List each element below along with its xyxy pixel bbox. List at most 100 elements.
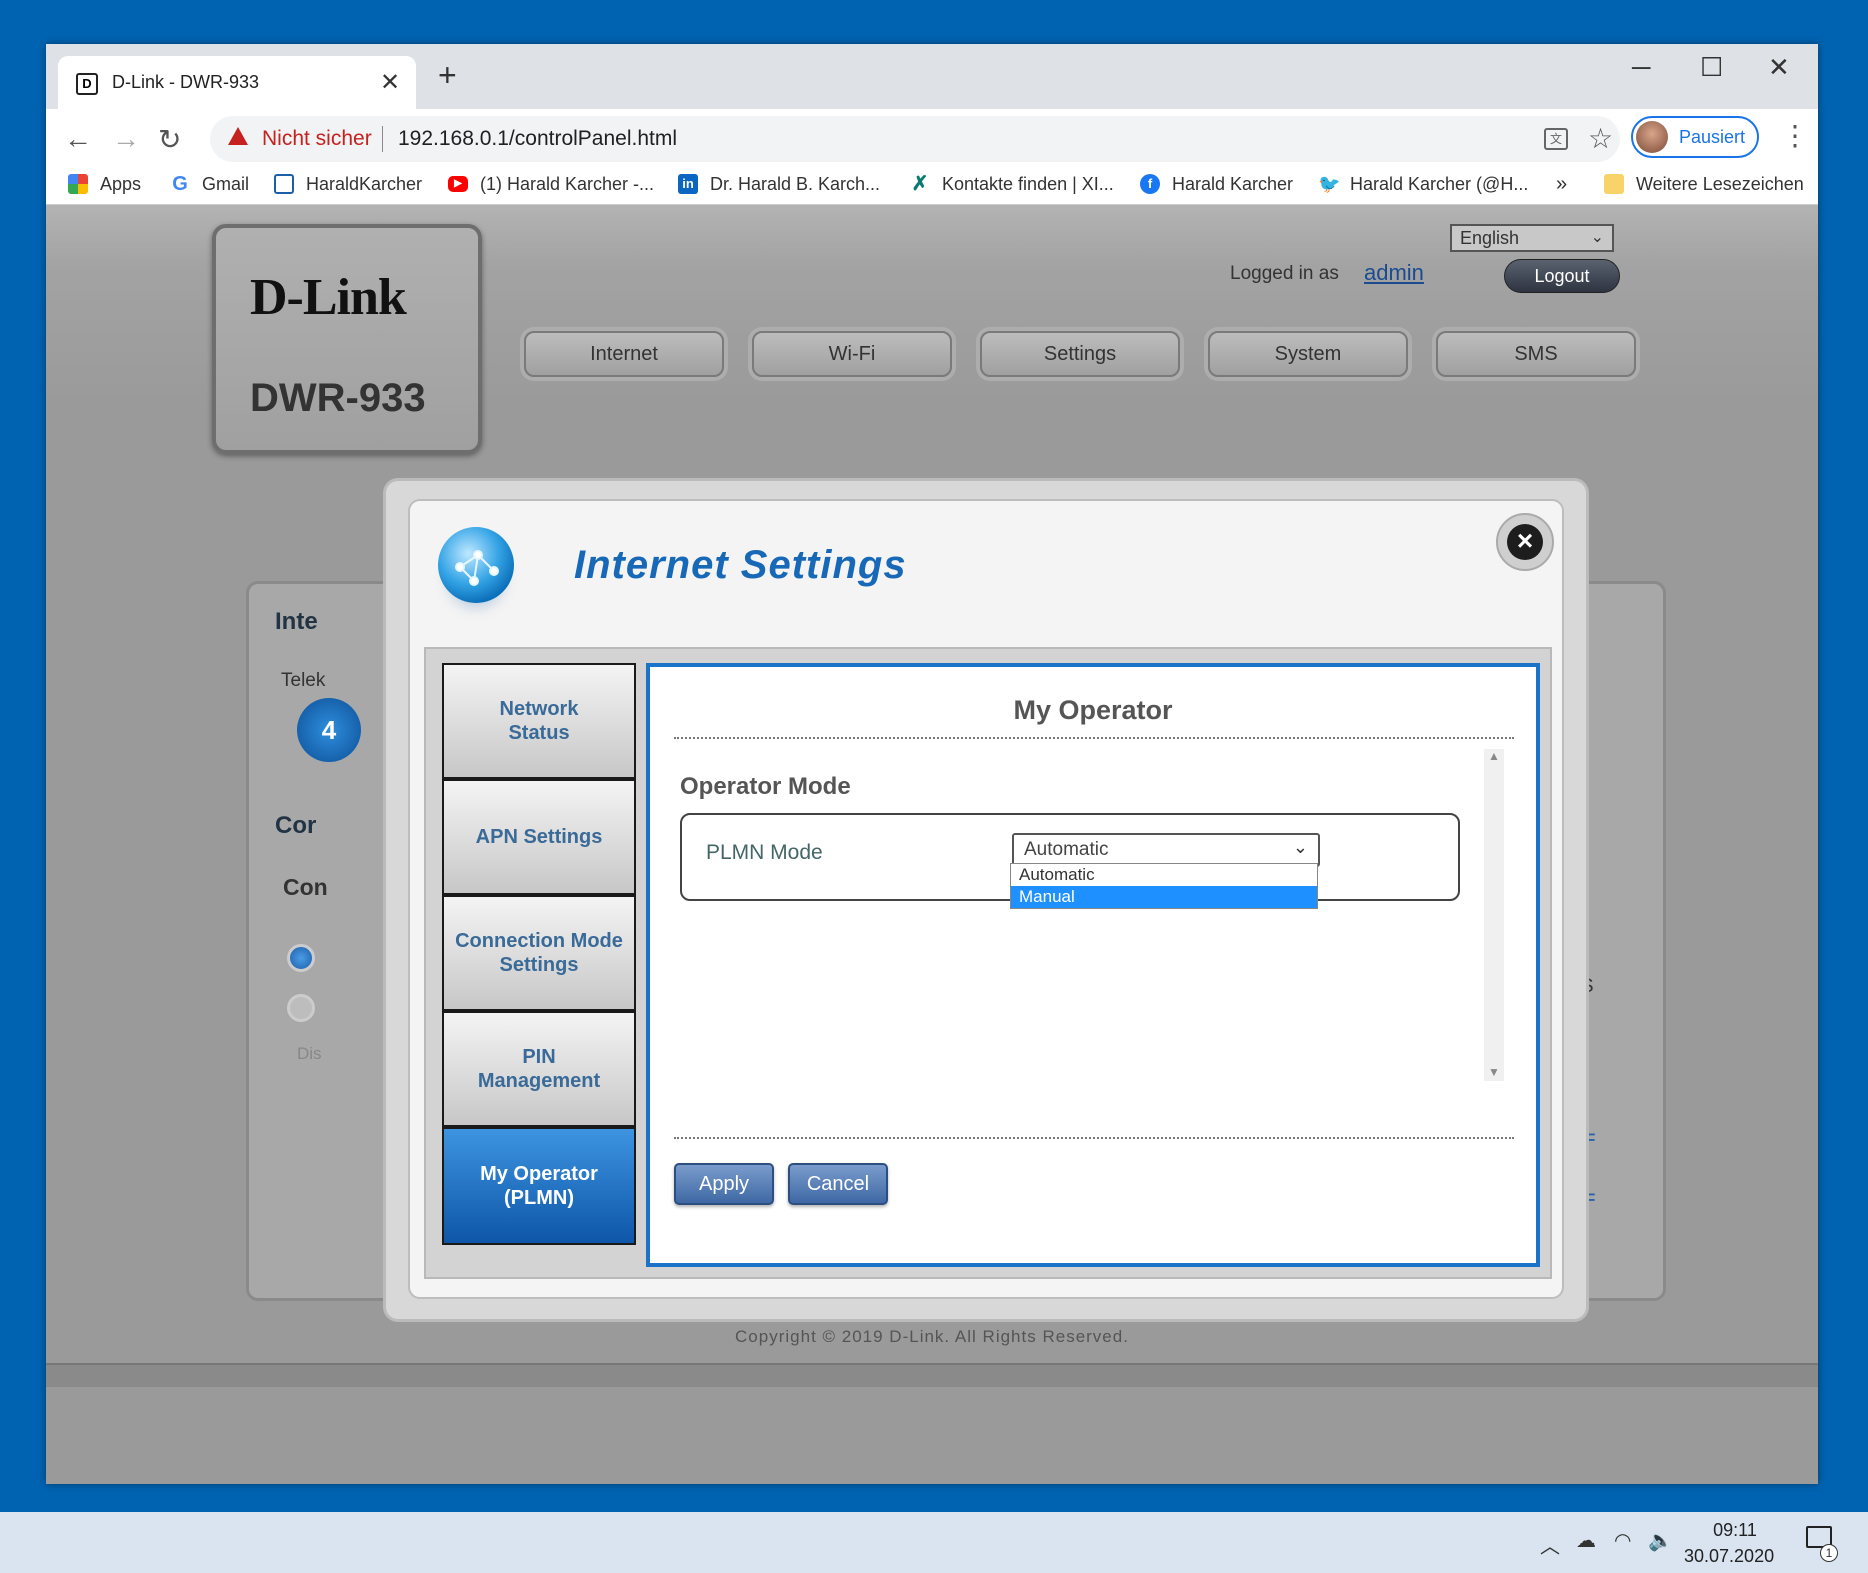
bookmark-gmail[interactable]: G Gmail bbox=[170, 166, 249, 202]
menu-kebab-icon[interactable]: ⋮ bbox=[1781, 119, 1809, 152]
clock-time[interactable]: 09:11 bbox=[1690, 1520, 1780, 1541]
user-link[interactable]: admin bbox=[1364, 260, 1424, 286]
bookmark-youtube[interactable]: ▶ (1) Harald Karcher -... bbox=[448, 166, 654, 202]
router-page: D-Link DWR-933 English ⌄ Logged in as ad… bbox=[46, 205, 1818, 1484]
tab-strip: D D-Link - DWR-933 ✕ + ─ ☐ ✕ bbox=[46, 44, 1818, 109]
url-text[interactable]: 192.168.0.1/controlPanel.html bbox=[398, 127, 677, 151]
bookmarks-bar: Apps G Gmail HaraldKarcher ▶ (1) Harald Ka… bbox=[46, 166, 1818, 202]
bookmark-haraldkarcher[interactable]: HaraldKarcher bbox=[274, 166, 422, 202]
browser-window: D D-Link - DWR-933 ✕ + ─ ☐ ✕ ← → ↻ Nicht… bbox=[46, 44, 1818, 1484]
radio-disconnect[interactable] bbox=[287, 994, 315, 1022]
divider bbox=[674, 1137, 1514, 1139]
page-footer-bar bbox=[46, 1363, 1818, 1387]
window-close-icon[interactable]: ✕ bbox=[1768, 52, 1790, 83]
apply-button[interactable]: Apply bbox=[674, 1163, 774, 1205]
divider bbox=[674, 737, 1514, 739]
cancel-button[interactable]: Cancel bbox=[788, 1163, 888, 1205]
bookmark-label: Apps bbox=[100, 173, 142, 194]
sidebar-item-connection-mode[interactable]: Connection Mode Settings bbox=[442, 895, 636, 1011]
notification-badge: 1 bbox=[1820, 1544, 1838, 1562]
menu-tab-system[interactable]: System bbox=[1208, 331, 1408, 377]
minimize-icon[interactable]: ─ bbox=[1632, 52, 1650, 83]
modal-close-button[interactable]: × bbox=[1496, 513, 1554, 571]
plmn-mode-select[interactable]: Automatic ⌄ bbox=[1012, 833, 1320, 867]
sidebar-item-label: Network Status bbox=[499, 698, 579, 744]
bookmark-star-icon[interactable]: ☆ bbox=[1588, 122, 1613, 155]
close-icon: × bbox=[1507, 524, 1543, 560]
sidebar-item-label: My Operator (PLMN) bbox=[480, 1163, 598, 1209]
tab-close-icon[interactable]: ✕ bbox=[380, 68, 400, 97]
not-secure-label[interactable]: Nicht sicher bbox=[262, 127, 372, 151]
plmn-mode-dropdown: Automatic Manual bbox=[1010, 863, 1318, 909]
reload-icon[interactable]: ↻ bbox=[158, 123, 181, 156]
facebook-icon: f bbox=[1140, 174, 1160, 194]
address-bar[interactable]: Nicht sicher 192.168.0.1/controlPanel.ht… bbox=[210, 116, 1620, 162]
sidebar-item-label: PIN Management bbox=[477, 1046, 601, 1092]
sidebar-item-label: APN Settings bbox=[475, 826, 603, 848]
youtube-icon: ▶ bbox=[448, 176, 468, 192]
sidebar-item-pin-management[interactable]: PIN Management bbox=[442, 1011, 636, 1127]
menu-tab-internet[interactable]: Internet bbox=[524, 331, 724, 377]
page-icon bbox=[274, 174, 294, 194]
bookmark-other[interactable]: Weitere Lesezeichen bbox=[1604, 166, 1804, 202]
field-label: PLMN Mode bbox=[706, 841, 823, 864]
bookmark-label: Harald Karcher bbox=[1172, 173, 1294, 194]
menu-tab-settings[interactable]: Settings bbox=[980, 331, 1180, 377]
bookmark-label: Dr. Harald B. Karch... bbox=[710, 173, 881, 194]
clock-date[interactable]: 30.07.2020 bbox=[1684, 1546, 1774, 1567]
language-select[interactable]: English ⌄ bbox=[1450, 224, 1614, 252]
scroll-up-icon[interactable]: ▲ bbox=[1488, 749, 1500, 763]
onedrive-cloud-icon[interactable]: ☁ bbox=[1576, 1528, 1596, 1553]
apps-grid-icon bbox=[68, 174, 88, 194]
bookmark-facebook[interactable]: f Harald Karcher bbox=[1140, 166, 1293, 202]
option-manual[interactable]: Manual bbox=[1011, 886, 1317, 908]
disconnect-label: Dis bbox=[297, 1044, 322, 1063]
language-value: English bbox=[1460, 228, 1520, 248]
copyright-text: Copyright © 2019 D-Link. All Rights Rese… bbox=[735, 1327, 1129, 1346]
menu-tab-wifi[interactable]: Wi-Fi bbox=[752, 331, 952, 377]
panel-heading: Inte bbox=[275, 608, 318, 635]
browser-tab[interactable]: D D-Link - DWR-933 ✕ bbox=[58, 56, 416, 109]
logout-button[interactable]: Logout bbox=[1504, 259, 1620, 293]
chevron-down-icon: ⌄ bbox=[1292, 837, 1308, 857]
profile-button[interactable]: Pausiert bbox=[1631, 116, 1759, 158]
signal-4g-icon: 4 bbox=[297, 698, 361, 762]
radio-connect[interactable] bbox=[287, 944, 315, 972]
bookmarks-overflow-icon[interactable]: » bbox=[1556, 166, 1567, 202]
status-label-2: F bbox=[1585, 1190, 1596, 1209]
bookmark-label: HaraldKarcher bbox=[306, 173, 423, 194]
volume-icon[interactable]: 🔈 bbox=[1648, 1528, 1673, 1553]
omnibox-divider bbox=[382, 126, 383, 152]
translate-icon[interactable]: 文 bbox=[1544, 128, 1568, 150]
select-value: Automatic bbox=[1024, 839, 1109, 860]
wifi-icon[interactable]: ◠ bbox=[1614, 1528, 1631, 1553]
maximize-icon[interactable]: ☐ bbox=[1700, 52, 1723, 83]
sidebar-item-my-operator[interactable]: My Operator (PLMN) bbox=[442, 1127, 636, 1245]
menu-tab-sms[interactable]: SMS bbox=[1436, 331, 1636, 377]
bookmark-label: Harald Karcher (@H... bbox=[1350, 173, 1529, 194]
chevron-down-icon: ⌄ bbox=[1590, 229, 1604, 246]
bookmark-label: (1) Harald Karcher -... bbox=[480, 173, 655, 194]
modal-body: Network Status APN Settings Connection M… bbox=[424, 647, 1552, 1279]
sidebar-item-apn-settings[interactable]: APN Settings bbox=[442, 779, 636, 895]
connection-label: Con bbox=[283, 874, 328, 900]
bookmark-linkedin[interactable]: in Dr. Harald B. Karch... bbox=[678, 166, 880, 202]
bookmark-apps[interactable]: Apps bbox=[68, 166, 141, 202]
windows-taskbar: ︿ ☁ ◠ 🔈 09:11 30.07.2020 1 bbox=[0, 1512, 1868, 1573]
forward-icon[interactable]: → bbox=[112, 123, 140, 155]
tab-title: D-Link - DWR-933 bbox=[112, 72, 260, 92]
sidebar-item-network-status[interactable]: Network Status bbox=[442, 663, 636, 779]
settings-modal-frame: Internet Settings × Network Status APN S… bbox=[386, 481, 1586, 1319]
option-automatic[interactable]: Automatic bbox=[1011, 864, 1317, 886]
bookmark-xing[interactable]: ✗ Kontakte finden | XI... bbox=[910, 166, 1114, 202]
scrollbar[interactable]: ▲ ▼ bbox=[1484, 749, 1504, 1081]
browser-toolbar: ← → ↻ Nicht sicher 192.168.0.1/controlPa… bbox=[46, 109, 1818, 205]
google-icon: G bbox=[172, 173, 188, 195]
new-tab-icon[interactable]: + bbox=[438, 59, 457, 91]
chevron-up-icon[interactable]: ︿ bbox=[1540, 1530, 1560, 1559]
bookmark-twitter[interactable]: 🐦 Harald Karcher (@H... bbox=[1318, 166, 1528, 202]
warning-icon bbox=[228, 127, 248, 145]
logged-in-label: Logged in as bbox=[1230, 263, 1339, 284]
back-icon[interactable]: ← bbox=[64, 123, 92, 155]
scroll-down-icon[interactable]: ▼ bbox=[1488, 1065, 1500, 1079]
